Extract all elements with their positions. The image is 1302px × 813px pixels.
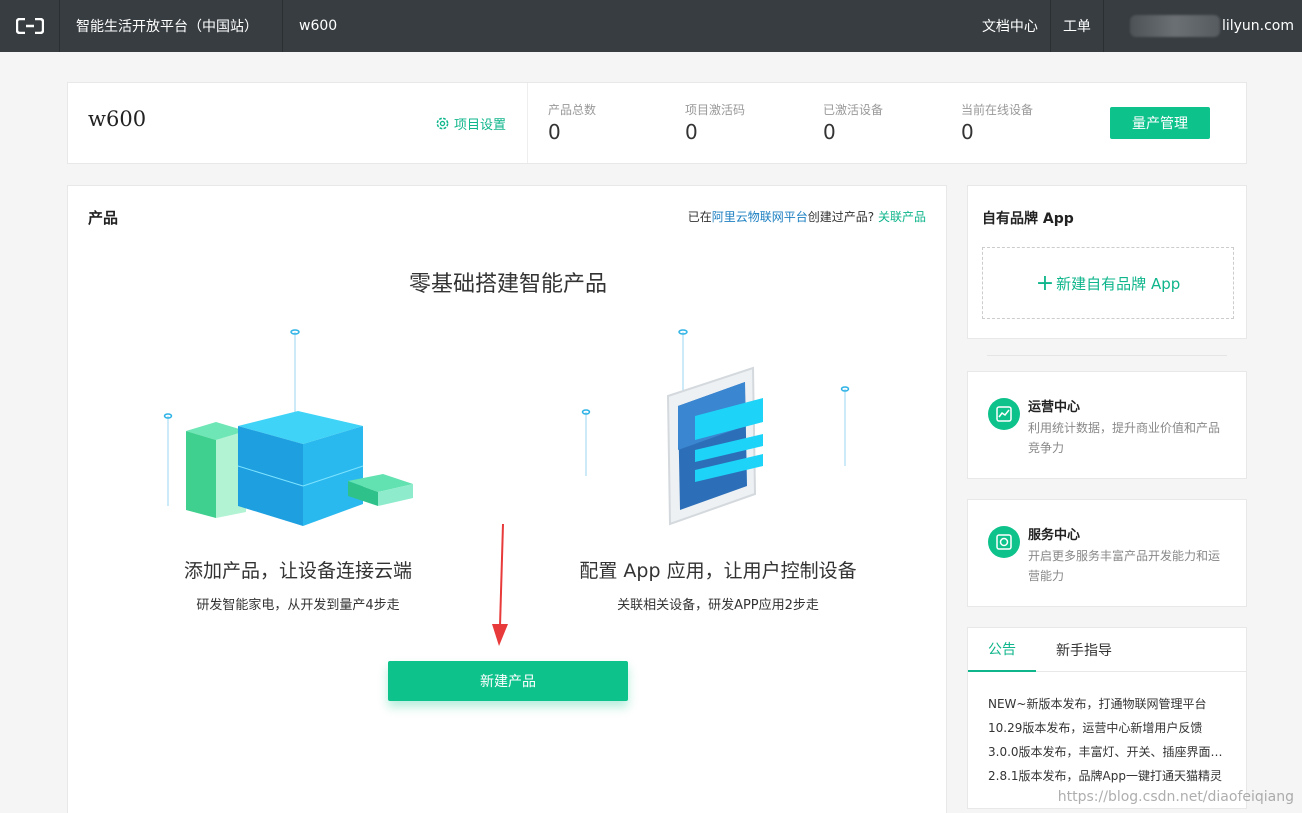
service-center-desc: 开启更多服务丰富产品开发能力和运营能力 (1028, 549, 1221, 583)
platform-title[interactable]: 智能生活开放平台（中国站） (60, 0, 283, 52)
aliyun-logo-icon[interactable] (0, 0, 60, 52)
operations-center-desc: 利用统计数据，提升商业价值和产品竞争力 (1028, 421, 1221, 455)
mass-production-button[interactable]: 量产管理 (1110, 107, 1210, 139)
stat-online-devices: 当前在线设备 0 (961, 101, 1033, 144)
iot-platform-link[interactable]: 阿里云物联网平台 (712, 210, 808, 224)
stat-value: 0 (823, 120, 836, 144)
blurred-username (1129, 15, 1220, 37)
app-tablet-illustration (581, 329, 850, 526)
list-item[interactable]: NEW~新版本发布，打通物联网管理平台 (988, 692, 1228, 716)
stat-activation-codes: 项目激活码 0 (685, 101, 745, 144)
docs-center-link[interactable]: 文档中心 (970, 0, 1050, 52)
project-summary-card: w600 项目设置 产品总数 0 项目激活码 0 已激活设备 0 当前在线设备 … (67, 82, 1247, 164)
new-brand-app-label: 新建自有品牌 App (1056, 274, 1181, 293)
stat-label: 已激活设备 (823, 103, 884, 117)
stat-value: 0 (961, 120, 974, 144)
tab-beginner-guide[interactable]: 新手指导 (1036, 628, 1132, 672)
stat-label: 产品总数 (548, 103, 597, 117)
cloud-cubes-illustration (163, 329, 413, 526)
project-settings-link[interactable]: 项目设置 (435, 114, 506, 133)
user-account-suffix: lilyun.com (1221, 18, 1294, 34)
service-center-card[interactable]: 服务中心 开启更多服务丰富产品开发能力和运营能力 (967, 499, 1247, 607)
gear-icon (436, 117, 449, 130)
tab-announcements[interactable]: 公告 (968, 628, 1036, 672)
announcements-card: 公告 新手指导 NEW~新版本发布，打通物联网管理平台 10.29版本发布，运营… (967, 627, 1247, 809)
service-center-title: 服务中心 (1028, 528, 1081, 543)
top-navbar: 智能生活开放平台（中国站） w600 文档中心 工单 lilyun.com (0, 0, 1302, 52)
feature-config-app-title: 配置 App 应用，让用户控制设备 (579, 560, 857, 582)
ticket-link[interactable]: 工单 (1049, 0, 1103, 52)
plus-icon: + (1035, 270, 1055, 296)
brand-app-title: 自有品牌 App (982, 211, 1074, 227)
feature-config-app-subtitle: 关联相关设备，研发APP应用2步走 (617, 598, 819, 613)
list-item[interactable]: 3.0.0版本发布，丰富灯、开关、插座界面… (988, 740, 1228, 764)
operations-center-card[interactable]: 运营中心 利用统计数据，提升商业价值和产品竞争力 (967, 371, 1247, 479)
divider (527, 83, 528, 163)
feature-add-product-subtitle: 研发智能家电，从开发到量产4步走 (196, 598, 400, 613)
hint-prefix: 已在 (687, 210, 712, 224)
stat-activated-devices: 已激活设备 0 (823, 101, 883, 144)
chart-icon (988, 398, 1020, 430)
operations-center-title: 运营中心 (1028, 400, 1081, 415)
service-icon (988, 526, 1020, 558)
feature-add-product-title: 添加产品，让设备连接云端 (183, 560, 412, 582)
products-heading: 零基础搭建智能产品 (408, 272, 607, 297)
new-product-button[interactable]: 新建产品 (388, 661, 628, 701)
stat-product-count: 产品总数 0 (548, 101, 596, 144)
red-arrow-annotation (492, 524, 508, 646)
project-name: w600 (88, 107, 147, 131)
user-account-menu[interactable]: lilyun.com (1102, 0, 1302, 52)
project-settings-label: 项目设置 (454, 118, 507, 133)
list-item[interactable]: 10.29版本发布，运营中心新增用户反馈 (988, 716, 1228, 740)
products-card: 产品 已在阿里云物联网平台创建过产品? 关联产品 零基础搭建智能产品 添加产品，… (67, 185, 947, 813)
stat-value: 0 (685, 120, 698, 144)
brand-app-card: 自有品牌 App + 新建自有品牌 App (967, 185, 1247, 339)
new-brand-app-button[interactable]: + 新建自有品牌 App (982, 247, 1234, 319)
products-title: 产品 (88, 209, 119, 227)
link-product-hint: 已在阿里云物联网平台创建过产品? 关联产品 (688, 208, 926, 225)
current-project-name[interactable]: w600 (283, 18, 353, 34)
hint-middle: 创建过产品? (807, 210, 875, 224)
announcement-list: NEW~新版本发布，打通物联网管理平台 10.29版本发布，运营中心新增用户反馈… (988, 692, 1228, 788)
watermark: https://blog.csdn.net/diaofeiqiang (1057, 789, 1294, 805)
stat-label: 项目激活码 (685, 103, 746, 117)
announcement-tabs: 公告 新手指导 (968, 628, 1246, 672)
stat-label: 当前在线设备 (961, 103, 1034, 117)
link-product-button[interactable]: 关联产品 (878, 210, 926, 224)
list-item[interactable]: 2.8.1版本发布，品牌App一键打通天猫精灵 (988, 764, 1228, 788)
stat-value: 0 (548, 120, 561, 144)
divider (987, 355, 1227, 356)
